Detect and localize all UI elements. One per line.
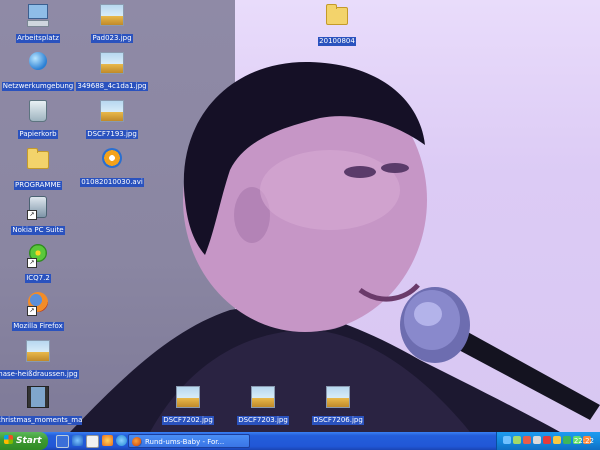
desktop-icon-dscf7193[interactable]: DSCF7193.jpg [70, 98, 154, 143]
network-icon [26, 52, 50, 76]
recycle-bin-icon [26, 100, 50, 124]
desktop-icon-349688[interactable]: 349688_4c1da1.jpg [70, 50, 154, 95]
taskbar-window-title: Rund-ums-Baby - For... [145, 438, 225, 446]
desktop-icon-nase-heissdraussen[interactable]: nase-heißdraussen.jpg [0, 338, 80, 383]
my-computer-icon [26, 4, 50, 28]
desktop-icon-christmas-moments[interactable]: christmas_moments_makin... [0, 384, 82, 429]
image-file-icon [100, 100, 124, 124]
system-tray: 22:22 [496, 432, 600, 450]
image-file-icon [326, 386, 350, 410]
firefox-icon [132, 437, 142, 447]
network-icon[interactable] [513, 436, 521, 444]
desktop-icon-icq[interactable]: ↗ ICQ7.2 [0, 242, 80, 287]
icon-label: DSCF7206.jpg [312, 416, 364, 425]
desktop-icon-01082010030-avi[interactable]: 01082010030.avi [70, 146, 154, 191]
desktop-icon-firefox[interactable]: ↗ Mozilla Firefox [0, 290, 80, 335]
taskbar: Start Rund-ums-Baby - For... 22:22 [0, 432, 600, 450]
desktop-icon-programme[interactable]: PROGRAMME [0, 146, 80, 194]
desktop-icon-20100804[interactable]: 20100804 [295, 2, 379, 50]
start-button[interactable]: Start [0, 432, 48, 450]
icon-label: ICQ7.2 [25, 274, 51, 283]
icon-label: DSCF7193.jpg [86, 130, 138, 139]
desktop-icon-dscf7206[interactable]: DSCF7206.jpg [296, 384, 380, 429]
desktop-icon-papierkorb[interactable]: Papierkorb [0, 98, 80, 143]
icon-label: nase-heißdraussen.jpg [0, 370, 79, 379]
icon-label: Papierkorb [18, 130, 58, 139]
image-file-icon [100, 52, 124, 76]
nokia-pc-suite-icon: ↗ [26, 196, 50, 220]
skype-icon[interactable] [116, 435, 127, 446]
start-label: Start [16, 436, 42, 446]
icon-label: DSCF7203.jpg [237, 416, 289, 425]
bluetooth-icon[interactable] [503, 436, 511, 444]
media-player-icon[interactable] [102, 435, 113, 446]
show-desktop-icon[interactable] [56, 435, 69, 448]
icon-label: Pad023.jpg [91, 34, 133, 43]
icon-label: Arbeitsplatz [16, 34, 60, 43]
windows-logo-icon [4, 435, 13, 444]
desktop-icon-nokia-pc-suite[interactable]: ↗ Nokia PC Suite [0, 194, 80, 239]
firefox-icon: ↗ [26, 292, 50, 316]
internet-explorer-icon[interactable] [72, 435, 83, 446]
folder-icon [26, 148, 50, 175]
shield-icon[interactable] [563, 436, 571, 444]
icon-label: DSCF7202.jpg [162, 416, 214, 425]
volume-icon[interactable] [533, 436, 541, 444]
security-icon[interactable] [523, 436, 531, 444]
desktop-icon-dscf7203[interactable]: DSCF7203.jpg [221, 384, 305, 429]
update-icon[interactable] [553, 436, 561, 444]
icon-label: Nokia PC Suite [11, 226, 65, 235]
desktop-icon-dscf7202[interactable]: DSCF7202.jpg [146, 384, 230, 429]
desktop-icon-netzwerkumgebung[interactable]: Netzwerkumgebung [0, 50, 80, 95]
icon-label: 01082010030.avi [80, 178, 144, 187]
icon-label: Mozilla Firefox [12, 322, 64, 331]
clock[interactable]: 22:22 [574, 432, 594, 450]
taskbar-window-button[interactable]: Rund-ums-Baby - For... [128, 434, 250, 448]
image-file-icon [26, 340, 50, 364]
image-file-icon [251, 386, 275, 410]
image-file-icon [176, 386, 200, 410]
icon-label: 20100804 [318, 37, 356, 46]
folder-icon [325, 4, 349, 31]
icon-label: 349688_4c1da1.jpg [76, 82, 148, 91]
icq-flower-icon: ↗ [26, 244, 50, 268]
video-file-icon [26, 386, 50, 410]
icon-label: PROGRAMME [14, 181, 62, 190]
desktop[interactable]: Arbeitsplatz Netzwerkumgebung Papierkorb… [0, 0, 600, 432]
desktop-icon-pad023[interactable]: Pad023.jpg [70, 2, 154, 47]
icon-label: christmas_moments_makin... [0, 416, 82, 425]
image-file-icon [100, 4, 124, 28]
antivirus-icon[interactable] [543, 436, 551, 444]
media-file-icon [100, 148, 124, 172]
icon-label: Netzwerkumgebung [1, 82, 75, 91]
desktop-icon-arbeitsplatz[interactable]: Arbeitsplatz [0, 2, 80, 47]
email-icon[interactable] [86, 435, 99, 448]
